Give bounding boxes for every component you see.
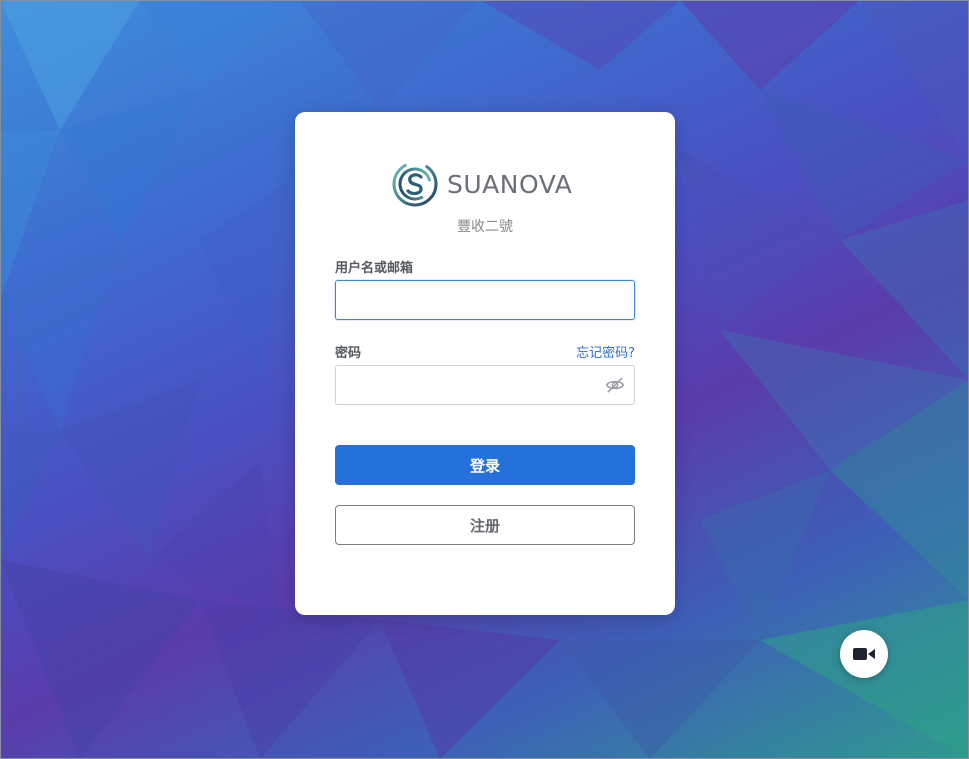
brand-subtitle: 豐收二號 bbox=[457, 219, 513, 235]
forgot-password-link[interactable]: 忘记密码? bbox=[576, 342, 635, 361]
brand-logo: SUANOVA bbox=[391, 160, 581, 208]
password-input[interactable] bbox=[335, 365, 635, 405]
username-label: 用户名或邮箱 bbox=[335, 261, 414, 276]
video-call-button[interactable] bbox=[840, 630, 888, 678]
brand-name: SUANOVA bbox=[447, 169, 573, 199]
login-button[interactable]: 登录 bbox=[335, 445, 635, 485]
eye-slash-icon[interactable] bbox=[605, 375, 625, 395]
register-button[interactable]: 注册 bbox=[335, 505, 635, 545]
password-field bbox=[335, 365, 635, 405]
login-card: SUANOVA 豐收二號 用户名或邮箱 密码 忘记密码? 登录 注册 bbox=[295, 112, 675, 615]
password-label: 密码 bbox=[335, 346, 362, 361]
username-input[interactable] bbox=[335, 280, 635, 320]
video-camera-icon bbox=[853, 648, 875, 660]
swirl-s-logo-icon bbox=[392, 161, 438, 207]
